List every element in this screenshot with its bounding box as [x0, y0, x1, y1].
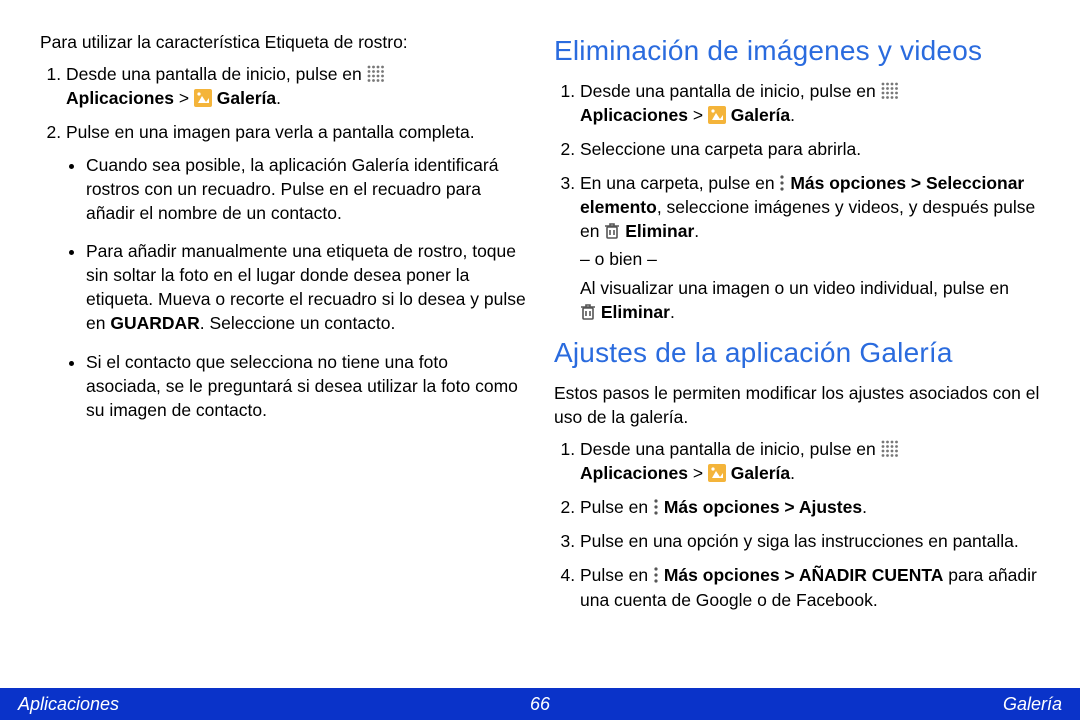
- bullet-contact-photo: Si el contacto que selecciona no tiene u…: [86, 350, 526, 422]
- apps-label: Aplicaciones: [66, 88, 174, 108]
- gallery-icon: [194, 89, 212, 107]
- delete-steps: Desde una pantalla de inicio, pulse en A…: [554, 79, 1040, 324]
- trash-icon: [580, 303, 596, 321]
- step-text: Desde una pantalla de inicio, pulse en: [66, 64, 367, 84]
- step-text: Desde una pantalla de inicio, pulse en: [580, 439, 881, 459]
- d-step-2: Seleccione una carpeta para abrirla.: [580, 137, 1040, 161]
- apps-grid-icon: [367, 65, 385, 83]
- sub-bullets: Cuando sea posible, la aplicación Galerí…: [66, 153, 526, 422]
- apps-label: Aplicaciones: [580, 463, 688, 483]
- dot: .: [276, 88, 281, 108]
- delete-label: Eliminar: [601, 302, 670, 322]
- right-column: Eliminación de imágenes y videos Desde u…: [554, 30, 1040, 670]
- step-text-a: Pulse en: [580, 565, 653, 585]
- gt: >: [688, 105, 708, 125]
- more-options-icon: [779, 174, 785, 192]
- face-tag-intro: Para utilizar la característica Etiqueta…: [40, 30, 526, 54]
- dot: .: [790, 105, 795, 125]
- gallery-label: Galería: [731, 105, 790, 125]
- step-2: Pulse en una imagen para verla a pantall…: [66, 120, 526, 422]
- gt: >: [174, 88, 194, 108]
- d-step-3: En una carpeta, pulse en Más opciones > …: [580, 171, 1040, 324]
- settings-intro: Estos pasos le permiten modificar los aj…: [554, 381, 1040, 429]
- s-step-2: Pulse en Más opciones > Ajustes.: [580, 495, 1040, 519]
- s-step-3: Pulse en una opción y siga las instrucci…: [580, 529, 1040, 553]
- dot: .: [694, 221, 699, 241]
- step-text: Pulse en una imagen para verla a pantall…: [66, 122, 475, 142]
- delete-alt: Al visualizar una imagen o un video indi…: [580, 276, 1040, 324]
- apps-label: Aplicaciones: [580, 105, 688, 125]
- heading-settings: Ajustes de la aplicación Galería: [554, 334, 1040, 373]
- dot: .: [790, 463, 795, 483]
- s-step-4: Pulse en Más opciones > AÑADIR CUENTA pa…: [580, 563, 1040, 611]
- delete-label: Eliminar: [625, 221, 694, 241]
- gt: >: [688, 463, 708, 483]
- d-step-1: Desde una pantalla de inicio, pulse en A…: [580, 79, 1040, 127]
- dot: .: [670, 302, 675, 322]
- gallery-label: Galería: [731, 463, 790, 483]
- more-options-icon: [653, 498, 659, 516]
- step-text-a: En una carpeta, pulse en: [580, 173, 779, 193]
- dot: .: [862, 497, 867, 517]
- gallery-icon: [708, 464, 726, 482]
- apps-grid-icon: [881, 440, 899, 458]
- apps-grid-icon: [881, 82, 899, 100]
- more-options-add-account-label: Más opciones > AÑADIR CUENTA: [664, 565, 944, 585]
- gallery-label: Galería: [217, 88, 276, 108]
- s-step-1: Desde una pantalla de inicio, pulse en A…: [580, 437, 1040, 485]
- step-text-a: Pulse en: [580, 497, 653, 517]
- more-options-settings-label: Más opciones > Ajustes: [664, 497, 862, 517]
- settings-steps: Desde una pantalla de inicio, pulse en A…: [554, 437, 1040, 612]
- bullet-text-b: . Seleccione un contacto.: [200, 313, 396, 333]
- bullet-manual-tag: Para añadir manualmente una etiqueta de …: [86, 239, 526, 336]
- face-tag-steps: Desde una pantalla de inicio, pulse en A…: [40, 62, 526, 422]
- gallery-icon: [708, 106, 726, 124]
- alt-text-a: Al visualizar una imagen o un video indi…: [580, 278, 1009, 298]
- guardar-label: GUARDAR: [110, 313, 199, 333]
- page-footer: Aplicaciones 66 Galería: [0, 688, 1080, 720]
- step-text: Desde una pantalla de inicio, pulse en: [580, 81, 881, 101]
- or-separator: – o bien –: [580, 247, 1040, 271]
- bullet-auto-detect: Cuando sea posible, la aplicación Galerí…: [86, 153, 526, 225]
- more-options-icon: [653, 566, 659, 584]
- left-column: Para utilizar la característica Etiqueta…: [40, 30, 526, 670]
- footer-page-number: 66: [0, 694, 1080, 715]
- alt-text-en: [580, 302, 601, 322]
- heading-delete: Eliminación de imágenes y videos: [554, 32, 1040, 71]
- step-1: Desde una pantalla de inicio, pulse en A…: [66, 62, 526, 110]
- trash-icon: [604, 222, 620, 240]
